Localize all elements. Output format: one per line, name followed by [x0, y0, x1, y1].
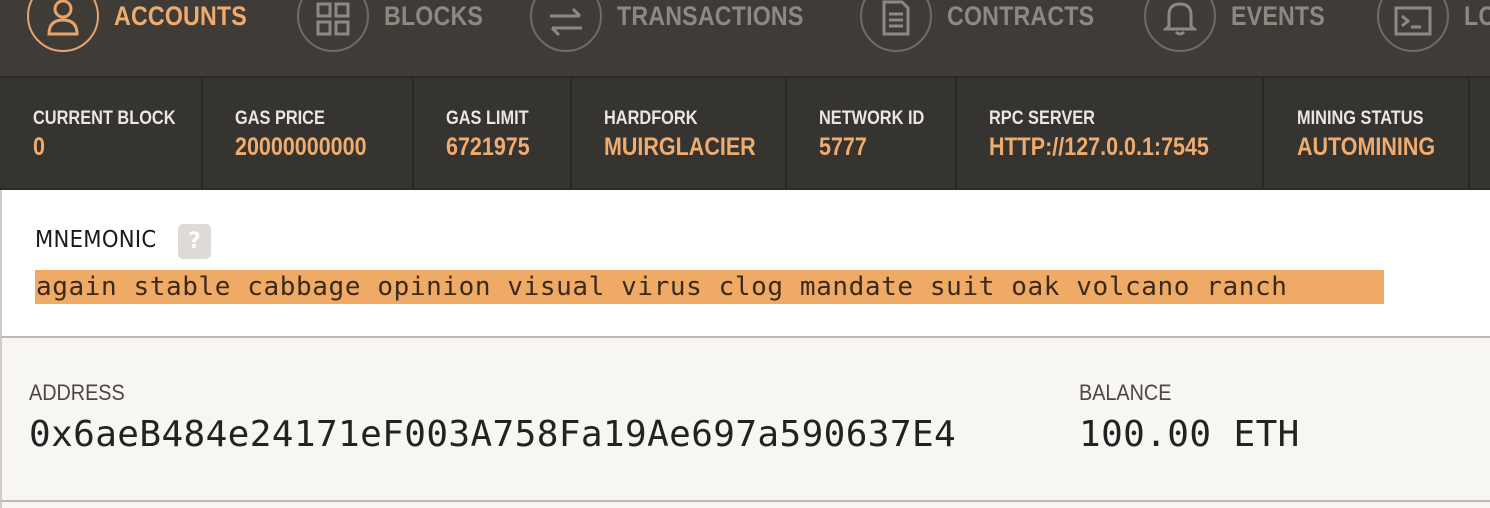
stat-value: AUTOMINING	[1297, 133, 1436, 161]
network-status-bar: CURRENT BLOCK 0 GAS PRICE 20000000000 GA…	[0, 76, 1490, 190]
stat-label: GAS LIMIT	[446, 108, 529, 129]
stat-label: NETWORK ID	[819, 108, 925, 129]
next-account-row	[0, 502, 1490, 508]
nav-contracts-label: CONTRACTS	[947, 1, 1095, 31]
nav-accounts-label: ACCOUNTS	[114, 1, 247, 31]
top-nav: ACCOUNTS BLOCKS TRANSACTIONS CONTRACTS E…	[0, 0, 1490, 76]
stat-label: CURRENT BLOCK	[33, 108, 176, 129]
stat-value: HTTP://127.0.0.1:7545	[989, 133, 1209, 161]
stat-value: MUIRGLACIER	[604, 133, 756, 161]
user-icon	[27, 0, 99, 52]
stat-label: GAS PRICE	[235, 108, 325, 129]
help-icon[interactable]: ?	[178, 224, 211, 259]
document-icon	[860, 0, 932, 52]
balance-label: BALANCE	[1079, 380, 1172, 405]
stat-value: 5777	[819, 133, 867, 161]
address-label: ADDRESS	[29, 380, 125, 405]
stat-hardfork: HARDFORK MUIRGLACIER	[572, 78, 787, 190]
account-row[interactable]: ADDRESS 0x6aeB484e24171eF003A758Fa19Ae69…	[0, 338, 1490, 502]
terminal-icon	[1377, 0, 1449, 52]
mnemonic-title: MNEMONIC	[35, 227, 157, 253]
nav-blocks-label: BLOCKS	[384, 1, 484, 31]
stat-current-block: CURRENT BLOCK 0	[0, 78, 203, 190]
stat-label: RPC SERVER	[989, 108, 1095, 129]
bell-icon	[1144, 0, 1216, 52]
stat-value: 6721975	[446, 133, 530, 161]
stat-mining-status: MINING STATUS AUTOMINING	[1264, 78, 1470, 190]
stat-value: 0	[33, 133, 45, 161]
account-balance: 100.00 ETH	[1079, 414, 1300, 455]
nav-events-label: EVENTS	[1231, 1, 1325, 31]
nav-logs-label: LO	[1464, 1, 1490, 31]
stat-network-id: NETWORK ID 5777	[787, 78, 957, 190]
mnemonic-panel: MNEMONIC ? again stable cabbage opinion …	[0, 190, 1490, 338]
mnemonic-phrase[interactable]: again stable cabbage opinion visual viru…	[35, 270, 1384, 304]
stat-label: HARDFORK	[604, 108, 698, 129]
grid-icon	[297, 0, 369, 52]
stat-gas-limit: GAS LIMIT 6721975	[414, 78, 572, 190]
swap-arrows-icon	[530, 0, 602, 52]
nav-transactions-label: TRANSACTIONS	[617, 1, 804, 31]
stat-rpc-server: RPC SERVER HTTP://127.0.0.1:7545	[957, 78, 1264, 190]
stat-label: MINING STATUS	[1297, 108, 1424, 129]
stat-value: 20000000000	[235, 133, 367, 161]
stat-gas-price: GAS PRICE 20000000000	[203, 78, 414, 190]
account-address[interactable]: 0x6aeB484e24171eF003A758Fa19Ae697a590637…	[29, 414, 956, 455]
